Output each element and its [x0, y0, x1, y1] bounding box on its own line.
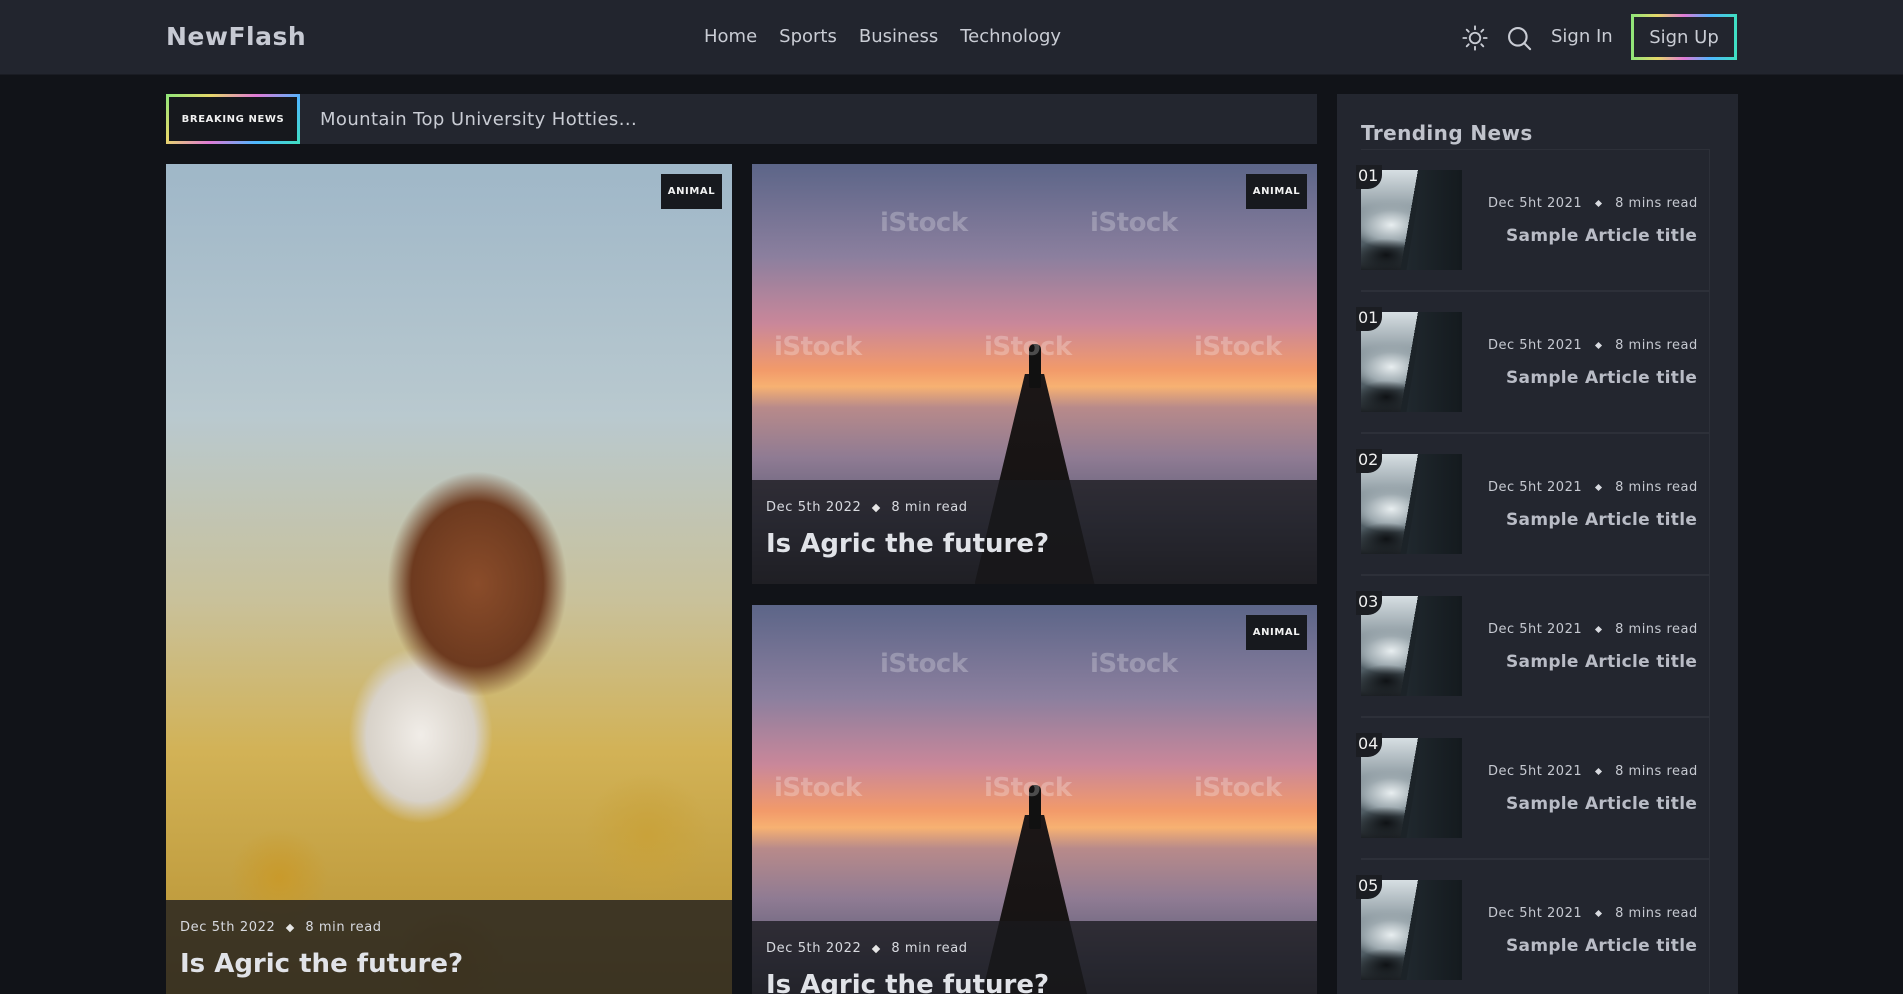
trending-item[interactable]: 01 Dec 5ht 2021 8 mins read Sample Artic… [1356, 149, 1710, 291]
diamond-separator-icon [1595, 625, 1603, 634]
diamond-separator-icon [872, 503, 881, 512]
card-image-dog [166, 164, 732, 994]
card-title[interactable]: Is Agric the future? [766, 529, 1303, 559]
trending-date: Dec 5ht 2021 [1488, 906, 1583, 921]
trending-title: Trending News [1361, 121, 1533, 145]
breaking-news-bar: BREAKING NEWS Mountain Top University Ho… [166, 94, 1317, 144]
trending-article-title[interactable]: Sample Article title [1506, 794, 1697, 814]
main-nav: Home Sports Business Technology [704, 26, 1061, 47]
diamond-separator-icon [872, 944, 881, 953]
featured-card-top[interactable]: iStock iStock iStock iStock iStock ANIMA… [752, 164, 1317, 584]
trending-item[interactable]: 01 Dec 5ht 2021 8 mins read Sample Artic… [1356, 291, 1710, 433]
card-read-time: 8 min read [891, 941, 968, 956]
trending-read-time: 8 mins read [1615, 622, 1698, 637]
site-header: NewFlash Home Sports Business Technology… [0, 0, 1903, 75]
trending-item[interactable]: 02 Dec 5ht 2021 8 mins read Sample Artic… [1356, 433, 1710, 575]
nav-sports[interactable]: Sports [779, 26, 837, 47]
trending-item[interactable]: 04 Dec 5ht 2021 8 mins read Sample Artic… [1356, 717, 1710, 859]
trending-article-title[interactable]: Sample Article title [1506, 226, 1697, 246]
diamond-separator-icon [1595, 199, 1603, 208]
trending-date: Dec 5ht 2021 [1488, 196, 1583, 211]
sign-up-label: Sign Up [1634, 17, 1734, 57]
card-read-time: 8 min read [891, 500, 968, 515]
breaking-news-headline[interactable]: Mountain Top University Hotties... [320, 109, 637, 130]
card-read-time: 8 min read [305, 920, 382, 935]
nav-home[interactable]: Home [704, 26, 757, 47]
card-date: Dec 5th 2022 [766, 941, 862, 956]
card-info: Dec 5th 2022 8 min read Is Agric the fut… [752, 921, 1317, 994]
card-date: Dec 5th 2022 [180, 920, 276, 935]
trending-read-time: 8 mins read [1615, 480, 1698, 495]
featured-card-large[interactable]: ANIMAL Dec 5th 2022 8 min read Is Agric … [166, 164, 732, 994]
trending-article-title[interactable]: Sample Article title [1506, 652, 1697, 672]
trending-date: Dec 5ht 2021 [1488, 338, 1583, 353]
card-info: Dec 5th 2022 8 min read Is Agric the fut… [166, 900, 732, 994]
diamond-separator-icon [1595, 767, 1603, 776]
trending-news-panel: Trending News 01 Dec 5ht 2021 8 mins rea… [1337, 94, 1738, 994]
site-logo[interactable]: NewFlash [166, 22, 306, 51]
sign-in-link[interactable]: Sign In [1551, 26, 1613, 47]
diamond-separator-icon [1595, 341, 1603, 350]
category-tag[interactable]: ANIMAL [1246, 174, 1307, 209]
diamond-separator-icon [1595, 909, 1603, 918]
diamond-separator-icon [286, 923, 295, 932]
category-tag[interactable]: ANIMAL [1246, 615, 1307, 650]
featured-card-bottom[interactable]: iStock iStock iStock iStock iStock ANIMA… [752, 605, 1317, 994]
trending-item[interactable]: 03 Dec 5ht 2021 8 mins read Sample Artic… [1356, 575, 1710, 717]
sun-icon[interactable] [1461, 24, 1489, 52]
trending-article-title[interactable]: Sample Article title [1506, 936, 1697, 956]
trending-read-time: 8 mins read [1615, 764, 1698, 779]
card-date: Dec 5th 2022 [766, 500, 862, 515]
card-title[interactable]: Is Agric the future? [180, 949, 718, 979]
trending-read-time: 8 mins read [1615, 196, 1698, 211]
trending-read-time: 8 mins read [1615, 906, 1698, 921]
trending-article-title[interactable]: Sample Article title [1506, 368, 1697, 388]
search-icon[interactable] [1505, 24, 1533, 52]
sign-up-button[interactable]: Sign Up [1631, 14, 1737, 60]
trending-read-time: 8 mins read [1615, 338, 1698, 353]
trending-date: Dec 5ht 2021 [1488, 622, 1583, 637]
trending-date: Dec 5ht 2021 [1488, 764, 1583, 779]
trending-date: Dec 5ht 2021 [1488, 480, 1583, 495]
breaking-news-badge: BREAKING NEWS [166, 94, 300, 144]
category-tag[interactable]: ANIMAL [661, 174, 722, 209]
trending-item[interactable]: 05 Dec 5ht 2021 8 mins read Sample Artic… [1356, 859, 1710, 994]
card-info: Dec 5th 2022 8 min read Is Agric the fut… [752, 480, 1317, 584]
trending-article-title[interactable]: Sample Article title [1506, 510, 1697, 530]
card-title[interactable]: Is Agric the future? [766, 970, 1303, 994]
nav-technology[interactable]: Technology [960, 26, 1061, 47]
diamond-separator-icon [1595, 483, 1603, 492]
nav-business[interactable]: Business [859, 26, 938, 47]
